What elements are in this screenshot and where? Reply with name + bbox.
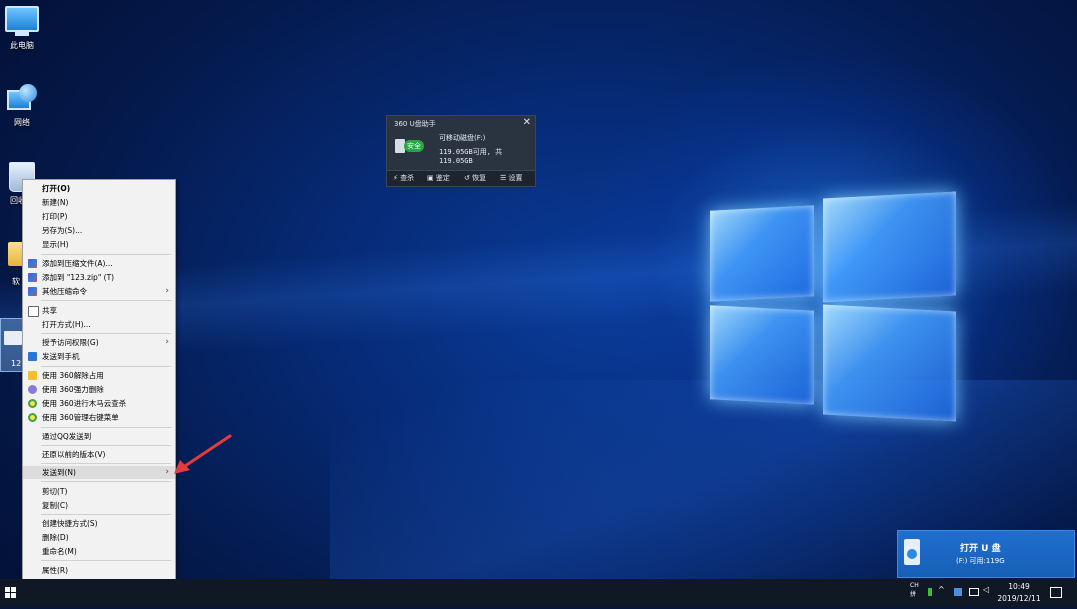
menu-item-create-shortcut[interactable]: 创建快捷方式(S) (23, 517, 175, 530)
scan-button[interactable]: ⚡ 查杀 (393, 173, 414, 183)
annotation-arrow (174, 434, 232, 474)
360-icon (28, 413, 37, 422)
menu-item-copy[interactable]: 复制(C) (23, 499, 175, 512)
computer-icon (5, 6, 39, 36)
usb-drive-icon (4, 331, 22, 345)
menu-separator (41, 427, 171, 428)
360-icon (28, 399, 37, 408)
lock-icon: ▣ (427, 174, 434, 182)
clock[interactable]: 10:49 2019/12/11 (996, 581, 1042, 609)
phone-icon (28, 352, 37, 361)
windows-logo-wallpaper (708, 180, 958, 430)
settings-button[interactable]: ☰ 设置 (500, 173, 523, 183)
battery-icon[interactable] (928, 588, 932, 596)
menu-item-open[interactable]: 打开(O) (23, 182, 175, 195)
desktop-icon-network[interactable]: 网络 (0, 84, 44, 128)
menu-item-new[interactable]: 新建(N) (23, 196, 175, 209)
menu-item-send-via-qq[interactable]: 通过QQ发送到 (23, 430, 175, 443)
bolt-icon: ⚡ (393, 174, 398, 182)
menu-item-grant-access[interactable]: 授予访问权限(G) › (23, 336, 175, 349)
volume-icon[interactable]: ◁ (983, 585, 991, 594)
network-icon[interactable] (969, 588, 979, 596)
menu-item-delete[interactable]: 删除(D) (23, 531, 175, 544)
menu-separator (41, 463, 171, 464)
menu-item-share[interactable]: 共享 (23, 304, 175, 317)
chevron-right-icon: › (165, 467, 169, 477)
logo-pane (710, 205, 814, 302)
desktop-icon-this-pc[interactable]: 此电脑 (0, 6, 44, 51)
chevron-right-icon: › (165, 286, 169, 296)
menu-item-360-manage-menu[interactable]: 使用 360管理右键菜单 (23, 411, 175, 424)
menu-item-send-to-phone[interactable]: 发送到手机 (23, 350, 175, 363)
shred-icon (28, 385, 37, 394)
menu-item-restore-previous[interactable]: 还原以前的版本(V) (23, 448, 175, 461)
chevron-right-icon: › (165, 337, 169, 347)
usb-shield-icon (904, 539, 920, 565)
menu-separator (41, 366, 171, 367)
usb-tray-icon[interactable] (954, 588, 962, 596)
menu-item-360-unlock[interactable]: 使用 360解除占用 (23, 369, 175, 382)
open-usb-popup[interactable]: 打开 U 盘 (F:) 可用:119G (897, 530, 1075, 578)
menu-item-send-to[interactable]: 发送到(N) › (23, 466, 175, 479)
open-usb-title: 打开 U 盘 (960, 544, 1001, 554)
menu-separator (41, 300, 171, 301)
menu-separator (41, 445, 171, 446)
settings-icon: ☰ (500, 174, 507, 182)
winrar-icon (28, 259, 37, 268)
popup-action-bar: ⚡ 查杀 ▣ 鉴定 ↺ 恢复 ☰ 设置 (387, 170, 535, 186)
network-icon (7, 84, 37, 114)
input-method-indicator[interactable]: CH 拼 (910, 581, 919, 609)
identify-button[interactable]: ▣ 鉴定 (427, 173, 450, 183)
menu-item-show[interactable]: 显示(H) (23, 238, 175, 251)
windows-start-icon[interactable] (5, 587, 16, 598)
share-icon (28, 306, 39, 317)
chevron-up-icon[interactable]: ^ (938, 585, 946, 594)
menu-separator (41, 514, 171, 515)
menu-item-add-zip[interactable]: 添加到 "123.zip" (T) (23, 271, 175, 284)
safe-badge: 安全 (404, 140, 424, 152)
menu-item-other-compress[interactable]: 其他压缩命令 › (23, 285, 175, 298)
menu-item-360-force-delete[interactable]: 使用 360强力删除 (23, 383, 175, 396)
taskbar: CH 拼 ^ ◁ 10:49 2019/12/11 (0, 579, 1077, 607)
menu-separator (41, 560, 171, 561)
folder-lock-icon (28, 371, 37, 380)
menu-item-open-with[interactable]: 打开方式(H)... (23, 318, 175, 331)
menu-item-360-trojan-scan[interactable]: 使用 360进行木马云查杀 (23, 397, 175, 410)
menu-separator (41, 254, 171, 255)
menu-item-print[interactable]: 打印(P) (23, 210, 175, 223)
restore-button[interactable]: ↺ 恢复 (464, 173, 486, 183)
winrar-icon (28, 273, 37, 282)
disk-space: 119.05GB可用, 共119.05GB (439, 148, 503, 165)
disk-name: 可移动磁盘(F:) (439, 134, 486, 142)
menu-item-save-as[interactable]: 另存为(S)... (23, 224, 175, 237)
popup-title: 360 U盘助手 (394, 120, 436, 128)
menu-item-cut[interactable]: 剪切(T) (23, 485, 175, 498)
menu-separator (41, 481, 171, 482)
notification-icon[interactable] (1050, 587, 1062, 598)
winrar-icon (28, 287, 37, 296)
menu-item-add-archive[interactable]: 添加到压缩文件(A)... (23, 257, 175, 270)
menu-separator (41, 333, 171, 334)
open-usb-subtitle: (F:) 可用:119G (956, 557, 1005, 565)
close-icon[interactable]: ✕ (523, 117, 531, 128)
logo-pane (710, 305, 814, 405)
menu-item-rename[interactable]: 重命名(M) (23, 545, 175, 558)
u360-helper-popup: 360 U盘助手 ✕ 安全 可移动磁盘(F:) 119.05GB可用, 共119… (386, 115, 536, 187)
restore-icon: ↺ (464, 174, 470, 182)
logo-pane (823, 304, 956, 422)
menu-item-properties[interactable]: 属性(R) (23, 564, 175, 577)
context-menu: 打开(O) 新建(N) 打印(P) 另存为(S)... 显示(H) 添加到压缩文… (22, 179, 176, 581)
logo-pane (823, 191, 956, 303)
